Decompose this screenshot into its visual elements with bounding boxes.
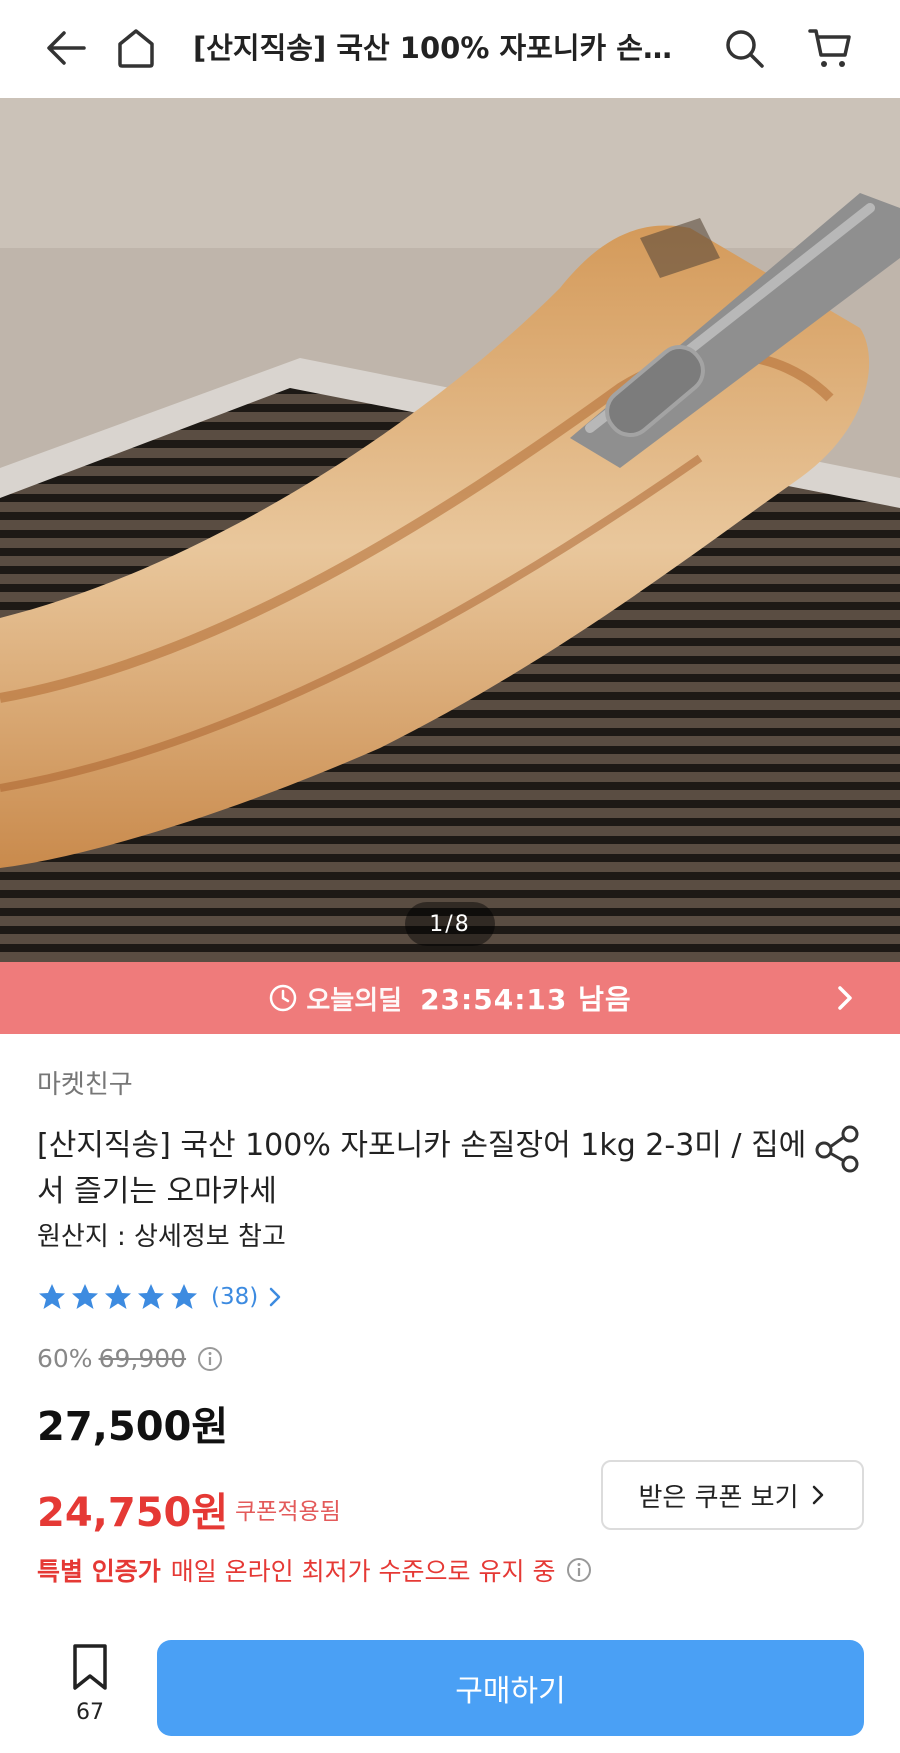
grilled-eel-photo: [0, 98, 900, 962]
bookmark-icon: [73, 1644, 107, 1690]
share-icon[interactable]: [810, 1120, 866, 1176]
star-icon: [39, 1284, 65, 1309]
page-title: [산지직송] 국산 100% 자포니카 손…: [193, 31, 672, 65]
deal-label: 오늘의딜: [306, 985, 403, 1016]
chevron-right-icon: [812, 1485, 823, 1505]
view-coupons-button[interactable]: 받은 쿠폰 보기: [601, 1460, 864, 1530]
coupon-applied-label: 쿠폰적용됨: [235, 1499, 341, 1525]
back-icon[interactable]: [40, 22, 92, 74]
chevron-right-icon: [838, 986, 852, 1010]
discount-row: 60% 69,900: [37, 1344, 224, 1373]
search-icon[interactable]: [718, 22, 770, 74]
star-rating: [37, 1282, 199, 1312]
star-icon: [171, 1284, 197, 1309]
special-price-label: 특별 인증가: [37, 1557, 161, 1586]
origin-info: 원산지 : 상세정보 참고: [37, 1222, 286, 1252]
chevron-right-icon: [269, 1287, 281, 1307]
special-price-notice: 특별 인증가 매일 온라인 최저가 수준으로 유지 중: [37, 1552, 593, 1588]
bookmark-button[interactable]: 67: [60, 1642, 120, 1742]
coupon-price: 24,750원: [37, 1490, 229, 1536]
star-icon: [72, 1284, 98, 1309]
rating-summary[interactable]: (38): [37, 1282, 284, 1312]
discount-percent: 60%: [37, 1344, 93, 1373]
deal-timer: 23:54:13 남음: [420, 983, 632, 1016]
clock-icon: [270, 984, 297, 1012]
image-pager: 1/8: [405, 902, 495, 946]
cart-icon[interactable]: [804, 22, 856, 74]
seller-name[interactable]: 마켓친구: [37, 1064, 133, 1101]
todays-deal-banner[interactable]: 오늘의딜 23:54:13 남음: [0, 962, 900, 1034]
product-title: [산지직송] 국산 100% 자포니카 손질장어 1kg 2-3미 / 집에서 …: [37, 1128, 807, 1209]
bottom-action-bar: 67 구매하기: [0, 1620, 900, 1753]
review-count[interactable]: (38): [211, 1284, 258, 1310]
original-price: 69,900: [98, 1344, 187, 1373]
buy-button[interactable]: 구매하기: [157, 1640, 864, 1736]
home-icon[interactable]: [110, 22, 162, 74]
info-icon[interactable]: [565, 1556, 593, 1584]
view-coupons-label: 받은 쿠폰 보기: [638, 1482, 799, 1513]
product-image[interactable]: [0, 98, 900, 962]
sale-price: 27,500원: [37, 1404, 229, 1450]
info-icon[interactable]: [196, 1345, 224, 1373]
star-icon: [138, 1284, 164, 1309]
bookmark-count: 67: [76, 1700, 104, 1725]
special-price-text: 매일 온라인 최저가 수준으로 유지 중: [170, 1557, 556, 1586]
star-icon: [105, 1284, 131, 1309]
top-nav-bar: [산지직송] 국산 100% 자포니카 손…: [0, 0, 900, 98]
